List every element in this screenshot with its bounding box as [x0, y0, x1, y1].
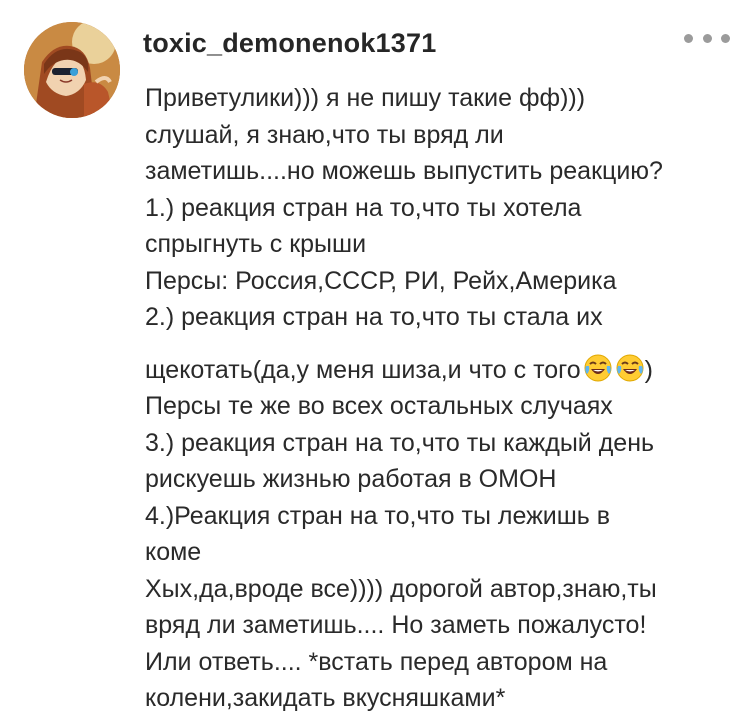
comment-line: 2.) реакция стран на то,что ты стала их	[145, 303, 603, 331]
comment-line: 1.) реакция стран на то,что ты хотела	[145, 193, 582, 222]
tears-of-joy-emoji-icon	[615, 353, 645, 383]
comment-line: рискуешь жизнью работая в ОМОН	[145, 465, 557, 493]
comment-line-text: )	[644, 355, 653, 384]
comment-line-with-emoji: щекотать(да,у меня шиза,и что с того)	[145, 352, 735, 389]
anime-character-avatar-icon	[24, 22, 120, 118]
comment-line: Или ответь.... *встать перед автором на	[145, 647, 608, 676]
comment-line: колени,закидать вкусняшками*	[145, 684, 506, 712]
comment-line: спрыгнуть с крыши	[145, 230, 367, 258]
comment-line: 3.) реакция стран на то,что ты каждый де…	[145, 428, 655, 457]
more-options-dot	[721, 33, 730, 43]
comment-body: Приветулики))) я не пишу такие фф))) слу…	[145, 80, 735, 717]
user-avatar[interactable]	[24, 22, 120, 118]
comment-line: Хых,да,вроде все)))) дорогой автор,знаю,…	[145, 574, 657, 603]
comment-line-text: щекотать(да,у меня шиза,и что с того	[145, 355, 581, 384]
comment-line: слушай, я знаю,что ты вряд ли	[145, 120, 504, 149]
more-options-button[interactable]	[684, 28, 730, 48]
tears-of-joy-emoji-icon	[583, 353, 613, 383]
comment-line: Персы те же во всех остальных случаях	[145, 392, 613, 420]
more-options-icon	[684, 33, 693, 43]
comment-line: 4.)Реакция стран на то,что ты лежишь в	[145, 501, 611, 530]
comment-line: вряд ли заметишь.... Но заметь пожалусто…	[145, 611, 647, 639]
comment-line: Персы: Россия,СССР, РИ, Рейх,Америка	[145, 266, 617, 295]
comment-line: Приветулики))) я не пишу такие фф)))	[145, 84, 586, 112]
username[interactable]: toxic_demonenok1371	[143, 28, 436, 59]
more-options-dot	[702, 33, 712, 43]
comment-card: toxic_demonenok1371 Приветулики))) я не …	[0, 0, 750, 714]
comment-line: заметишь....но можешь выпустить реакцию?	[145, 157, 663, 185]
comment-line: коме	[145, 538, 202, 566]
